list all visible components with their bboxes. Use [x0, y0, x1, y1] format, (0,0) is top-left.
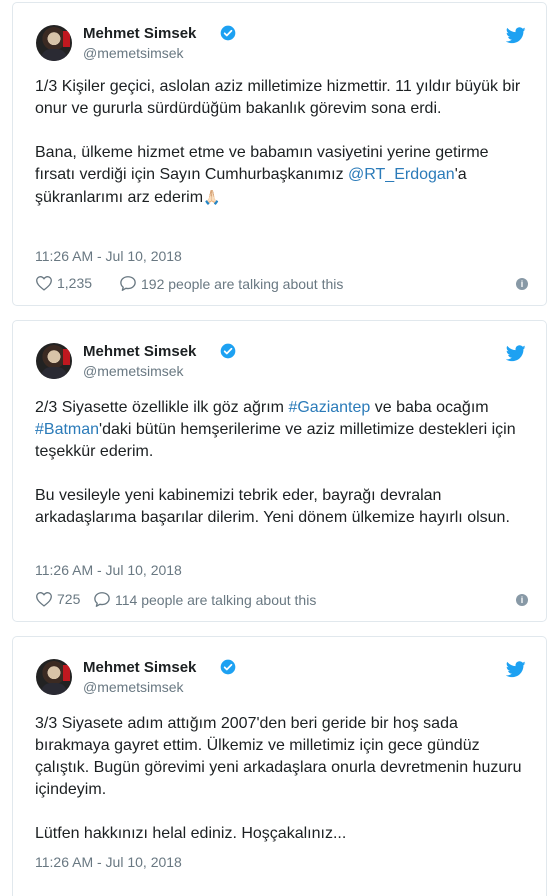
tweet-text: 3/3 Siyasete adım attığım 2007'den beri …	[35, 713, 526, 845]
author-name[interactable]: Mehmet Simsek	[83, 343, 196, 360]
author-name[interactable]: Mehmet Simsek	[83, 25, 196, 42]
twitter-bird-icon[interactable]	[506, 27, 526, 44]
tweet-text-segment: ve baba ocağım	[370, 399, 489, 416]
talking-count: 192 people are talking about this	[141, 275, 344, 292]
like-button[interactable]: 1,235	[35, 275, 92, 291]
verified-badge-icon	[220, 659, 236, 675]
author-name[interactable]: Mehmet Simsek	[83, 659, 196, 676]
tweet-paragraph: Lütfen hakkınızı helal ediniz. Hoşçakalı…	[35, 825, 347, 842]
twitter-bird-icon[interactable]	[506, 661, 526, 678]
info-icon[interactable]: i	[516, 594, 528, 606]
verified-badge-icon	[220, 25, 236, 41]
like-button[interactable]: 725	[35, 591, 80, 607]
timestamp[interactable]: 11:26 AM - Jul 10, 2018	[35, 562, 182, 578]
avatar[interactable]	[36, 343, 72, 379]
info-icon[interactable]: i	[516, 278, 528, 290]
tweet-card-2: Mehmet Simsek @memetsimsek 2/3 Siyasette…	[12, 320, 547, 622]
avatar[interactable]	[36, 25, 72, 61]
like-count: 725	[57, 591, 81, 607]
heart-icon	[36, 592, 52, 607]
twitter-bird-icon[interactable]	[506, 345, 526, 362]
avatar[interactable]	[36, 659, 72, 695]
tweet-paragraph: 2/3 Siyasette özellikle ilk göz ağrım #G…	[35, 397, 526, 463]
heart-icon	[36, 276, 52, 291]
hashtag-link[interactable]: #Batman	[35, 421, 99, 438]
tweet-actions: 1,235 192 people are talking about this …	[35, 275, 528, 297]
tweet-text: 2/3 Siyasette özellikle ilk göz ağrım #G…	[35, 397, 526, 529]
tweet-card-1: Mehmet Simsek @memetsimsek 1/3 Kişiler g…	[12, 2, 547, 306]
like-count: 1,235	[57, 275, 93, 291]
verified-badge-icon	[220, 343, 236, 359]
tweet-paragraph: 1/3 Kişiler geçici, aslolan aziz milleti…	[35, 78, 521, 117]
tweet-text: 1/3 Kişiler geçici, aslolan aziz milleti…	[35, 76, 526, 209]
author-handle[interactable]: @memetsimsek	[83, 45, 184, 61]
mention-link[interactable]: @RT_Erdogan	[348, 166, 455, 183]
author-handle[interactable]: @memetsimsek	[83, 363, 184, 379]
tweet-actions: 725 114 people are talking about this i	[35, 591, 528, 613]
author-handle[interactable]: @memetsimsek	[83, 679, 184, 695]
hashtag-link[interactable]: #Gaziantep	[288, 399, 370, 416]
talking-count: 114 people are talking about this	[115, 591, 317, 608]
timestamp[interactable]: 11:26 AM - Jul 10, 2018	[35, 854, 182, 870]
conversation-link[interactable]: 114 people are talking about this	[93, 591, 316, 608]
praying-hands-emoji: 🙏🏻	[203, 189, 221, 205]
speech-bubble-icon	[120, 276, 136, 291]
tweet-paragraph: Bu vesileyle yeni kabinemizi tebrik eder…	[35, 487, 510, 526]
timestamp[interactable]: 11:26 AM - Jul 10, 2018	[35, 248, 182, 264]
tweet-paragraph: 3/3 Siyasete adım attığım 2007'den beri …	[35, 715, 522, 798]
conversation-link[interactable]: 192 people are talking about this	[119, 275, 343, 292]
tweet-text-segment: 2/3 Siyasette özellikle ilk göz ağrım	[35, 399, 289, 416]
speech-bubble-icon	[94, 592, 110, 607]
tweet-paragraph: Bana, ülkeme hizmet etme ve babamın vasi…	[35, 142, 526, 209]
tweet-text-segment: 'daki bütün hemşerilerime ve aziz millet…	[35, 421, 516, 460]
tweet-card-3: Mehmet Simsek @memetsimsek 3/3 Siyasete …	[12, 636, 547, 896]
